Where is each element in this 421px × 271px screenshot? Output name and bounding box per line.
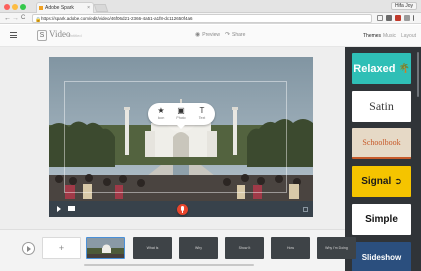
slide-label: Why I'm Doing	[325, 246, 348, 250]
slide-thumbnail[interactable]: How	[271, 237, 310, 259]
slide-thumbnail-selected[interactable]	[86, 237, 125, 259]
forward-button[interactable]: →	[12, 14, 19, 23]
slide-label: What Is	[146, 246, 159, 250]
project-title[interactable]: Untitled	[68, 33, 82, 38]
circle-arrow-icon: ➲	[394, 176, 402, 186]
slide-label: Why	[195, 246, 202, 250]
eye-icon: ◉	[195, 32, 201, 38]
layout-icon[interactable]	[68, 206, 75, 211]
slide-label: How	[286, 246, 294, 250]
star-icon: ★	[157, 106, 165, 115]
slide-thumbnail[interactable]: Show It	[225, 237, 264, 259]
tab-layout[interactable]: Layout	[401, 33, 416, 39]
browser-menu-icon[interactable]	[413, 15, 415, 21]
theme-label: Slideshow	[361, 253, 402, 262]
record-voice-button[interactable]	[177, 204, 188, 215]
theme-card-schoolbook[interactable]: Schoolbook	[352, 128, 411, 159]
add-icon-option[interactable]: ★ Icon	[152, 106, 170, 121]
address-bar: ← → C 🔒 https://spark.adobe.com/edit/vid…	[0, 13, 421, 24]
themes-panel: Relaxed 🌴 Satin Schoolbook Signal ➲ Simple Slid…	[345, 47, 421, 271]
slide-label: Show It	[238, 246, 251, 250]
slide-thumbnail[interactable]: What Is	[133, 237, 172, 259]
preview-button[interactable]: ◉ Preview	[195, 31, 220, 39]
tab-music[interactable]: Music	[383, 33, 396, 39]
text-icon: T	[199, 106, 205, 115]
preview-label: Preview	[202, 32, 221, 38]
slide-photo-thumbnail	[87, 238, 124, 258]
share-button[interactable]: ↷ Share	[225, 31, 245, 39]
add-text-option[interactable]: T Text	[193, 106, 211, 121]
add-content-popup: ★ Icon ▣ Photo T Text	[148, 103, 215, 129]
bookmark-star-icon[interactable]	[377, 15, 383, 21]
zoom-window-button[interactable]	[20, 4, 26, 10]
theme-card-relaxed[interactable]: Relaxed 🌴	[352, 53, 411, 84]
url-text: https://spark.adobe.com/edit/video/46f06…	[41, 16, 193, 21]
add-icon-label: Icon	[157, 116, 165, 120]
share-label: Share	[232, 32, 246, 38]
theme-card-slideshow[interactable]: Slideshow	[352, 242, 411, 271]
timeline-scrollbar[interactable]	[84, 264, 254, 266]
themes-scrollbar[interactable]	[417, 52, 419, 97]
add-text-label: Text	[198, 116, 206, 120]
share-icon: ↷	[225, 32, 231, 38]
spark-video-logo: S	[37, 30, 47, 41]
favicon-icon	[39, 6, 43, 10]
extension-icon[interactable]	[386, 15, 392, 21]
reload-button[interactable]: C	[21, 14, 25, 23]
theme-card-signal[interactable]: Signal ➲	[352, 166, 411, 197]
slide-canvas[interactable]: ★ Icon ▣ Photo T Text	[49, 57, 313, 217]
theme-label: Relaxed	[353, 62, 396, 75]
lock-icon: 🔒	[35, 17, 42, 23]
minimize-window-button[interactable]	[12, 4, 18, 10]
slide-timeline: + What Is Why Show It How Why I'm Doing	[0, 229, 356, 271]
browser-tab-title: Adobe Spark	[45, 5, 74, 11]
extension-icon[interactable]	[404, 15, 410, 21]
play-all-button[interactable]	[22, 242, 35, 255]
pocket-icon[interactable]	[395, 15, 401, 21]
browser-tab[interactable]: Adobe Spark ×	[36, 2, 94, 13]
tab-close-icon[interactable]: ×	[87, 3, 90, 13]
theme-card-simple[interactable]: Simple	[352, 204, 411, 235]
url-input[interactable]: 🔒 https://spark.adobe.com/edit/video/46f…	[32, 14, 372, 23]
safe-area-guide	[64, 81, 287, 193]
theme-label: Signal	[361, 176, 392, 187]
slide-thumbnail[interactable]: Why	[179, 237, 218, 259]
add-photo-option[interactable]: ▣ Photo	[172, 106, 190, 121]
tab-themes[interactable]: Themes	[363, 33, 381, 39]
browser-tab-strip: Adobe Spark × Hifa Joy	[0, 0, 421, 13]
app-window: Adobe Spark × Hifa Joy ← → C 🔒 https://s…	[0, 0, 421, 271]
back-button[interactable]: ←	[4, 14, 11, 23]
theme-label: Simple	[365, 214, 398, 225]
hamburger-menu-icon[interactable]	[10, 32, 17, 38]
add-photo-label: Photo	[176, 116, 186, 120]
expand-icon[interactable]	[303, 207, 308, 212]
app-toolbar: S Video Untitled ◉ Preview ↷ Share Themes …	[0, 25, 421, 47]
theme-card-satin[interactable]: Satin	[352, 91, 411, 122]
palm-tree-icon: 🌴	[398, 63, 410, 73]
close-window-button[interactable]	[4, 4, 10, 10]
play-icon[interactable]	[57, 206, 61, 212]
photo-icon: ▣	[177, 106, 185, 115]
slide-thumbnail[interactable]: Why I'm Doing	[317, 237, 356, 259]
add-slide-button[interactable]: +	[42, 237, 81, 259]
theme-label: Satin	[369, 99, 394, 113]
browser-user-badge[interactable]: Hifa Joy	[390, 2, 417, 10]
theme-label: Schoolbook	[362, 138, 401, 147]
new-tab-button[interactable]	[93, 4, 109, 12]
